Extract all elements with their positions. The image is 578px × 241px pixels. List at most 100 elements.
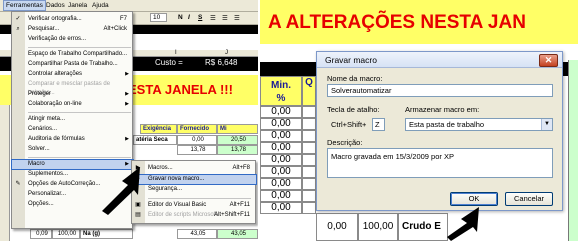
- align-left-icon[interactable]: ☰: [210, 14, 216, 22]
- menu-item-cenarios[interactable]: Cenários...: [12, 125, 133, 134]
- left-excel-window: Ferramentas Dados Janela Ajuda 10 N I S …: [0, 0, 258, 241]
- cell-fornecido-1[interactable]: 20,50: [217, 135, 258, 145]
- font-size-select[interactable]: 10: [150, 13, 168, 22]
- cancel-button[interactable]: Cancelar: [505, 192, 553, 206]
- menu-item-gravar-nova-macro[interactable]: ●Gravar nova macro...: [131, 173, 257, 185]
- min-value-cell[interactable]: 0,00: [260, 154, 302, 166]
- q-column-header[interactable]: Q: [302, 76, 316, 106]
- macro-submenu: ▶Macros...Alt+F8●Gravar nova macro...Seg…: [131, 160, 257, 224]
- q-cell[interactable]: [302, 166, 316, 178]
- menu-item-verificar-ortografia[interactable]: ✓ Verificar ortografia... F7: [12, 15, 133, 24]
- menu-item-espaco-de-trabalho-compartilhado[interactable]: Espaço de Trabalho Compartilhado...: [12, 50, 133, 59]
- shortcut-prefix: Ctrl+Shift+: [331, 120, 367, 129]
- header-min[interactable]: Mi: [217, 124, 258, 134]
- menu-item-compartilhar-pasta-de-trabalho[interactable]: Compartilhar Pasta de Trabalho...: [12, 60, 133, 69]
- min-value-cell[interactable]: 0,00: [260, 118, 302, 130]
- cell-crudo[interactable]: Crudo E: [398, 213, 448, 241]
- spellcheck-icon: ✓: [15, 16, 21, 22]
- description-textarea[interactable]: Macro gravada em 15/3/2009 por XP: [327, 148, 553, 178]
- align-center-icon[interactable]: ☰: [222, 14, 228, 22]
- close-icon[interactable]: ✕: [539, 54, 558, 67]
- menu-item-label: Personalizar...: [28, 191, 67, 197]
- menu-item-controlar-alteracoes[interactable]: Controlar alterações ▶: [12, 70, 133, 79]
- min-percent-header[interactable]: Min. %: [260, 76, 302, 106]
- column-header-j[interactable]: J: [225, 50, 228, 56]
- align-right-icon[interactable]: ☰: [234, 14, 240, 22]
- q-cell[interactable]: [302, 190, 316, 202]
- q-cell[interactable]: [302, 178, 316, 190]
- menu-item-macros[interactable]: ▶ Macros... Alt+F8: [132, 164, 256, 173]
- row-headers: [0, 105, 10, 241]
- header-fornecido[interactable]: Fornecido: [177, 124, 217, 134]
- menu-item-pesquisar[interactable]: ⌕ Pesquisar... Alt+Click: [12, 25, 133, 34]
- warning-banner: ESTA JANELA !!!: [128, 82, 233, 97]
- ok-button[interactable]: OK: [450, 192, 498, 206]
- menu-item-label: Controlar alterações: [28, 71, 83, 77]
- menu-separator: [148, 197, 251, 199]
- submenu-arrow-icon: ▶: [125, 71, 129, 77]
- dialog-titlebar[interactable]: Gravar macro ✕: [317, 52, 562, 68]
- menu-item-auditoria-de-formulas[interactable]: Auditoria de fórmulas ▶: [12, 135, 133, 144]
- cell-bottom-2[interactable]: 100,00: [52, 229, 80, 239]
- warning-banner: A ALTERAÇÕES NESTA JAN: [268, 12, 526, 33]
- store-in-value: Esta pasta de trabalho: [409, 120, 485, 129]
- q-cell[interactable]: [302, 202, 316, 214]
- cell-exigencia-2[interactable]: 13,78: [177, 145, 217, 155]
- menu-ajuda[interactable]: Ajuda: [92, 2, 109, 9]
- min-value-cell[interactable]: 0,00: [260, 130, 302, 142]
- min-value-cell[interactable]: 0,00: [260, 202, 302, 214]
- header-exigencia[interactable]: Exigência: [140, 124, 177, 134]
- menu-item-label: Pesquisar...: [28, 26, 60, 32]
- menu-item-proteger[interactable]: Proteger ▶: [12, 90, 133, 99]
- menu-item-shortcut: Alt+Click: [103, 26, 127, 32]
- menu-dados[interactable]: Dados: [46, 2, 65, 9]
- cell-na[interactable]: Na (g): [80, 229, 133, 239]
- cell-bottom-min[interactable]: 0,00: [316, 213, 358, 241]
- shortcut-label: Tecla de atalho:: [327, 105, 380, 114]
- menu-item-editor-de-scripts-microsoft[interactable]: ▤ Editor de scripts Microsoft Alt+Shift+F1…: [132, 211, 256, 220]
- min-value-cell[interactable]: 0,00: [260, 142, 302, 154]
- q-cell[interactable]: [302, 118, 316, 130]
- min-header-line2: %: [276, 93, 286, 104]
- min-value-cell[interactable]: 0,00: [260, 106, 302, 118]
- macro-name-input[interactable]: Solverautomatizar: [327, 84, 553, 97]
- menu-item-atingir-meta[interactable]: Atingir meta...: [12, 115, 133, 124]
- chevron-down-icon[interactable]: ▼: [541, 119, 552, 130]
- menu-item-label: Editor de scripts Microsoft: [148, 212, 218, 218]
- q-cell[interactable]: [302, 130, 316, 142]
- menu-item-verificacao-de-erros[interactable]: Verificação de erros...: [12, 35, 133, 44]
- cell-bottom-5[interactable]: 43,05: [217, 229, 258, 239]
- submenu-arrow-icon: ▶: [125, 101, 129, 107]
- bold-button[interactable]: N: [178, 14, 183, 21]
- underline-button[interactable]: S: [198, 14, 202, 21]
- min-value-cell[interactable]: 0,00: [260, 166, 302, 178]
- menu-item-label: Segurança...: [148, 186, 183, 192]
- submenu-arrow-icon: ▶: [125, 136, 129, 142]
- cell-fornecido-2[interactable]: 13,78: [217, 145, 258, 155]
- menu-item-editor-do-visual-basic[interactable]: ▣ Editor do Visual Basic Alt+F11: [132, 201, 256, 210]
- italic-button[interactable]: I: [188, 14, 190, 21]
- menu-ferramentas[interactable]: Ferramentas: [3, 0, 46, 11]
- shortcut-key-input[interactable]: Z: [372, 118, 385, 131]
- cell-bottom-4[interactable]: 43,05: [177, 229, 217, 239]
- q-cell[interactable]: [302, 142, 316, 154]
- menu-item-label: Gravar nova macro...: [148, 175, 205, 182]
- min-header-line1: Min.: [271, 80, 291, 91]
- cell-materia-seca[interactable]: atéria Seca: [133, 135, 177, 145]
- menu-item-solver[interactable]: Solver...: [12, 145, 133, 154]
- menu-item-shortcut: Alt+F8: [232, 165, 250, 171]
- pointer-arrow-icon: [447, 207, 479, 241]
- min-value-cell[interactable]: 0,00: [260, 190, 302, 202]
- store-in-select[interactable]: Esta pasta de trabalho ▼: [405, 118, 553, 131]
- q-cell[interactable]: [302, 154, 316, 166]
- cell-exigencia-1[interactable]: 0,00: [177, 135, 217, 145]
- q-cell[interactable]: [302, 106, 316, 118]
- menu-item-comparar-e-mesclar-pastas-de-trabalho[interactable]: Comparar e mesclar pastas de trabalho...: [12, 80, 133, 96]
- menu-janela[interactable]: Janela: [68, 2, 87, 9]
- min-value-cell[interactable]: 0,00: [260, 178, 302, 190]
- menu-item-colaboracao-on-line[interactable]: Colaboração on-line ▶: [12, 100, 133, 109]
- menu-item-seguranca[interactable]: Segurança...: [132, 185, 256, 194]
- cell-bottom-100[interactable]: 100,00: [358, 213, 398, 241]
- column-header-i[interactable]: I: [175, 50, 177, 56]
- cell-bottom-1[interactable]: 0,09: [30, 229, 52, 239]
